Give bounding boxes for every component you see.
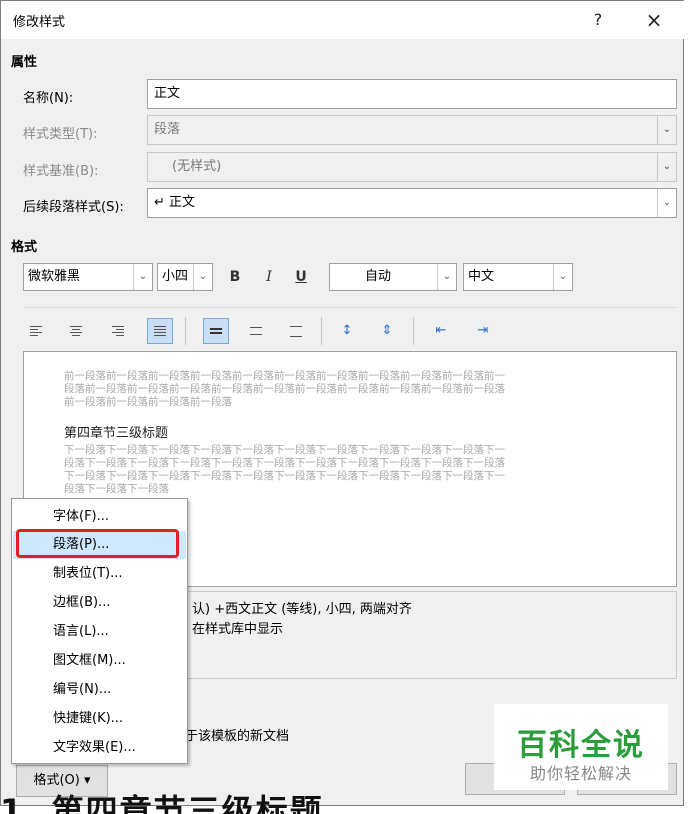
chevron-down-icon: ⌄ — [657, 153, 676, 181]
preview-line: 前一段落前一段落前一段落前一段落 — [64, 396, 232, 408]
chevron-down-icon: ⌄ — [657, 116, 676, 144]
chevron-down-icon: ⌄ — [657, 189, 676, 217]
title-bar: 修改样式 ? × — [1, 1, 685, 39]
style-based-select[interactable]: (无样式) ⌄ — [147, 152, 677, 182]
font-name-value: 微软雅黑 — [28, 269, 81, 284]
watermark-logo: 百科全说 助你轻松解决 — [494, 704, 668, 790]
style-based-label: 样式基准(B): — [23, 164, 99, 179]
preview-line: 下一段落下一段落下一段落下一段落下一段落下一段落下一段落下一段落下一段落下一段落… — [64, 444, 505, 456]
menu-item-text-effects[interactable]: 文字效果(E)... — [13, 734, 186, 762]
preview-line: 下一段落下一段落下一段落下一段落下一段落下一段落下一段落下一段落下一段落下一段落… — [64, 470, 505, 482]
separator — [321, 317, 322, 345]
previous-paragraph: 前一段落前一段落前一段落前一段落前一段落前一段落前一段落前一段落前一段落前一段落… — [64, 370, 624, 409]
name-input[interactable]: 正文 — [147, 79, 677, 109]
space-before-increase-icon[interactable]: ↕ — [335, 319, 359, 343]
style-based-value: (无样式) — [172, 159, 222, 174]
italic-button[interactable]: I — [257, 265, 281, 289]
separator — [413, 317, 414, 345]
highlight-callout-box — [16, 529, 179, 558]
watermark-subtitle: 助你轻松解决 — [529, 764, 632, 783]
align-center-button[interactable] — [63, 318, 89, 344]
font-size-select[interactable]: 小四 ⌄ — [157, 263, 213, 291]
preview-line: 段落下一段落下一段落下一段落下一段落下一段落下一段落下一段落下一段落下一段落下一… — [64, 457, 505, 469]
chevron-down-icon: ⌄ — [437, 264, 456, 290]
style-type-label: 样式类型(T): — [23, 127, 98, 142]
divider — [23, 307, 677, 308]
font-color-select[interactable]: 自动 ⌄ — [329, 263, 457, 291]
preview-sample-text: 第四章节三级标题 — [64, 426, 169, 441]
space-before-decrease-icon[interactable]: ⇕ — [375, 319, 399, 343]
font-name-select[interactable]: 微软雅黑 ⌄ — [23, 263, 153, 291]
align-justify-button[interactable] — [147, 318, 173, 344]
watermark-title: 百科全说 — [517, 728, 645, 763]
background-document-edge — [684, 0, 692, 814]
underline-button[interactable]: U — [289, 265, 313, 289]
background-document-heading: 1. 第四章节三级标题 — [0, 792, 324, 814]
script-select[interactable]: 中文 ⌄ — [463, 263, 573, 291]
decrease-indent-icon[interactable]: ⇤ — [429, 319, 453, 343]
chevron-down-icon: ⌄ — [553, 264, 572, 290]
menu-item-frame[interactable]: 图文框(M)... — [13, 647, 186, 675]
dialog-title: 修改样式 — [13, 15, 66, 30]
help-button[interactable]: ? — [583, 7, 613, 33]
chevron-down-icon: ⌄ — [193, 264, 212, 290]
menu-item-font[interactable]: 字体(F)... — [13, 503, 186, 531]
double-spacing-button[interactable] — [283, 318, 309, 344]
name-label: 名称(N): — [23, 91, 74, 106]
align-right-button[interactable] — [105, 318, 131, 344]
bold-button[interactable]: B — [223, 265, 247, 289]
chevron-down-icon: ⌄ — [133, 264, 152, 290]
next-paragraph: 下一段落下一段落下一段落下一段落下一段落下一段落下一段落下一段落下一段落下一段落… — [64, 444, 624, 496]
menu-item-language[interactable]: 语言(L)... — [13, 618, 186, 646]
one-half-spacing-button[interactable] — [243, 318, 269, 344]
description-line: 认) +西文正文 (等线), 小四, 两端对齐 — [192, 602, 412, 617]
menu-item-shortcut-key[interactable]: 快捷键(K)... — [13, 705, 186, 733]
style-type-select[interactable]: 段落 ⌄ — [147, 115, 677, 145]
font-size-value: 小四 — [162, 269, 189, 284]
following-style-select[interactable]: ↵ 正文 ⌄ — [147, 188, 677, 218]
template-option-label: 于该模板的新文档 — [185, 729, 290, 744]
align-left-button[interactable] — [23, 318, 49, 344]
description-line: 在样式库中显示 — [192, 622, 284, 637]
preview-line: 段落前一段落前一段落前一段落前一段落前一段落前一段落前一段落前一段落前一段落前一… — [64, 383, 505, 395]
format-section-label: 格式 — [11, 240, 38, 255]
following-style-label: 后续段落样式(S): — [23, 200, 124, 215]
separator — [185, 317, 186, 345]
menu-item-numbering[interactable]: 编号(N)... — [13, 676, 186, 704]
script-value: 中文 — [468, 269, 495, 284]
following-style-value: ↵ 正文 — [154, 195, 196, 210]
preview-line: 前一段落前一段落前一段落前一段落前一段落前一段落前一段落前一段落前一段落前一段落… — [64, 370, 505, 382]
menu-item-border[interactable]: 边框(B)... — [13, 589, 186, 617]
menu-item-tabs[interactable]: 制表位(T)... — [13, 560, 186, 588]
preview-line: 段落下一段落下一段落 — [64, 483, 169, 495]
properties-section-label: 属性 — [11, 55, 38, 70]
increase-indent-icon[interactable]: ⇥ — [471, 319, 495, 343]
single-spacing-button[interactable] — [203, 318, 229, 344]
close-button[interactable]: × — [639, 7, 669, 33]
font-color-value: 自动 — [364, 269, 391, 284]
style-type-value: 段落 — [154, 122, 181, 137]
